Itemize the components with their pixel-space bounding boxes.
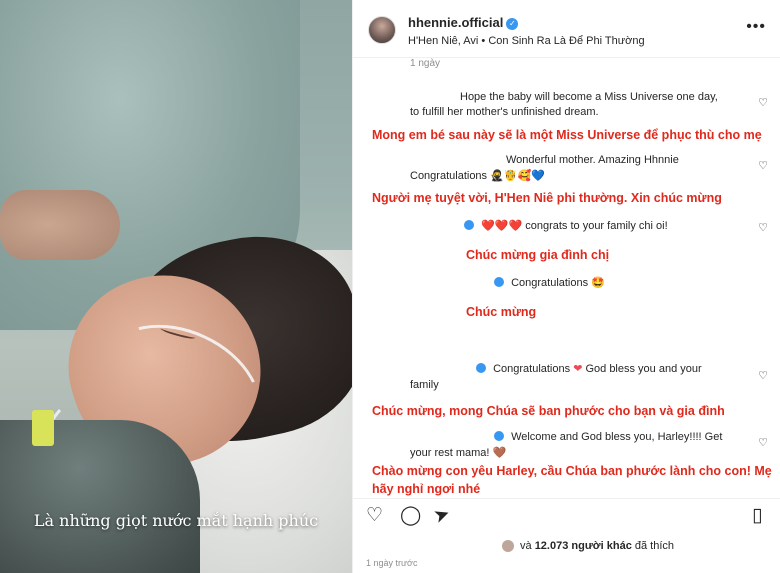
- bookmark-icon[interactable]: ▯: [752, 504, 762, 527]
- post-header: hhennie.official ✓ H'Hen Niê, Avi • Con S…: [352, 0, 780, 58]
- emoji: 🤩: [591, 277, 605, 289]
- verified-badge-icon: ✓: [506, 18, 519, 30]
- like-heart-icon[interactable]: ♡: [758, 369, 768, 382]
- translation-text: Người mẹ tuyệt vời, H'Hen Niê phi thường…: [372, 191, 722, 205]
- post-timestamp: 1 ngày trước: [366, 558, 418, 568]
- comment-text: Welcome and God bless you, Harley!!!! Ge…: [511, 431, 723, 443]
- comment-text: Wonderful mother. Amazing Hhnnie: [506, 154, 679, 166]
- like-heart-icon[interactable]: ♡: [758, 436, 768, 449]
- verified-badge-icon: [464, 220, 474, 230]
- nurse-arm: [0, 190, 120, 260]
- comment-text: your rest mama!: [410, 447, 490, 459]
- translation-text: Chào mừng con yêu Harley, cầu Chúa ban p…: [372, 464, 772, 478]
- more-horizontal-icon[interactable]: •••: [746, 18, 766, 36]
- comment-text-row: Congratulations 🤩: [494, 276, 605, 291]
- share-icon[interactable]: ➤: [431, 502, 454, 529]
- blanket: [0, 420, 200, 573]
- like-heart-icon[interactable]: ♡: [758, 159, 768, 172]
- verified-badge-icon: [494, 277, 504, 287]
- comment-text: Congratulations: [511, 277, 589, 289]
- translation-text: Mong em bé sau này sẽ là một Miss Univer…: [372, 128, 762, 142]
- post-panel: hhennie.official ✓ H'Hen Niê, Avi • Con S…: [352, 0, 780, 573]
- likes-verb: đã thích: [634, 540, 675, 552]
- comment-text: to fulfill her mother's unfinished dream…: [410, 106, 599, 118]
- comment-timestamp: 1 ngày: [410, 58, 441, 69]
- liker-avatar[interactable]: [502, 540, 514, 552]
- comment-text: God bless you and your: [585, 363, 702, 375]
- like-heart-icon[interactable]: ♡: [758, 96, 768, 109]
- comment-text: congrats to your family chi oi!: [525, 220, 668, 232]
- comment-text-row: your rest mama! 🤎: [410, 446, 506, 461]
- emoji: 🤎: [492, 447, 507, 459]
- translation-text: hãy nghỉ ngơi nhé: [372, 482, 481, 496]
- comment-text-row: Congratulations 🥷🤴🥰💙: [410, 169, 545, 184]
- heart-icon[interactable]: ♡: [366, 504, 383, 527]
- comment-text: Congratulations: [493, 363, 571, 375]
- comment-text-row: ❤️❤️❤️ congrats to your family chi oi!: [464, 219, 668, 234]
- comment-text: Congratulations: [410, 170, 488, 182]
- verified-badge-icon: [494, 431, 504, 441]
- comment-text: Hope the baby will become a Miss Univers…: [460, 91, 718, 103]
- comment-text-row: Congratulations ❤ God bless you and your: [476, 362, 702, 377]
- translation-text: Chúc mừng gia đình chị: [466, 248, 610, 262]
- likes-summary[interactable]: và 12.073 người khác đã thích: [520, 540, 674, 552]
- action-bar: ♡ ◯ ➤ ▯: [352, 498, 780, 532]
- emoji-group: 🥷🤴🥰💙: [490, 170, 545, 182]
- verified-badge-icon: [476, 363, 486, 373]
- likes-count: 12.073: [534, 540, 569, 552]
- comment-text-row: Welcome and God bless you, Harley!!!! Ge…: [494, 430, 722, 445]
- likes-suffix: người khác: [571, 540, 632, 552]
- avatar[interactable]: [368, 16, 396, 44]
- translation-text: Chúc mừng: [466, 305, 537, 319]
- like-heart-icon[interactable]: ♡: [758, 221, 768, 234]
- translation-text: Chúc mừng, mong Chúa sẽ ban phước cho bạ…: [372, 404, 725, 418]
- comment-icon[interactable]: ◯: [400, 504, 421, 527]
- hearts-emoji: ❤️❤️❤️: [481, 220, 523, 232]
- comment-text: family: [410, 379, 439, 391]
- likes-prefix: và: [520, 540, 532, 552]
- comments-list: 1 ngày Hope the baby will become a Miss …: [352, 58, 780, 498]
- post-media[interactable]: Là những giọt nước mắt hạnh phúc: [0, 0, 352, 573]
- username[interactable]: hhennie.official: [408, 15, 503, 30]
- audio-subtitle[interactable]: H'Hen Niê, Avi • Con Sinh Ra Là Để Phi T…: [408, 35, 645, 47]
- media-caption: Là những giọt nước mắt hạnh phúc: [33, 511, 319, 530]
- yellow-tag: [32, 410, 54, 446]
- red-heart-icon: ❤: [573, 363, 583, 375]
- username-row[interactable]: hhennie.official ✓: [408, 15, 519, 30]
